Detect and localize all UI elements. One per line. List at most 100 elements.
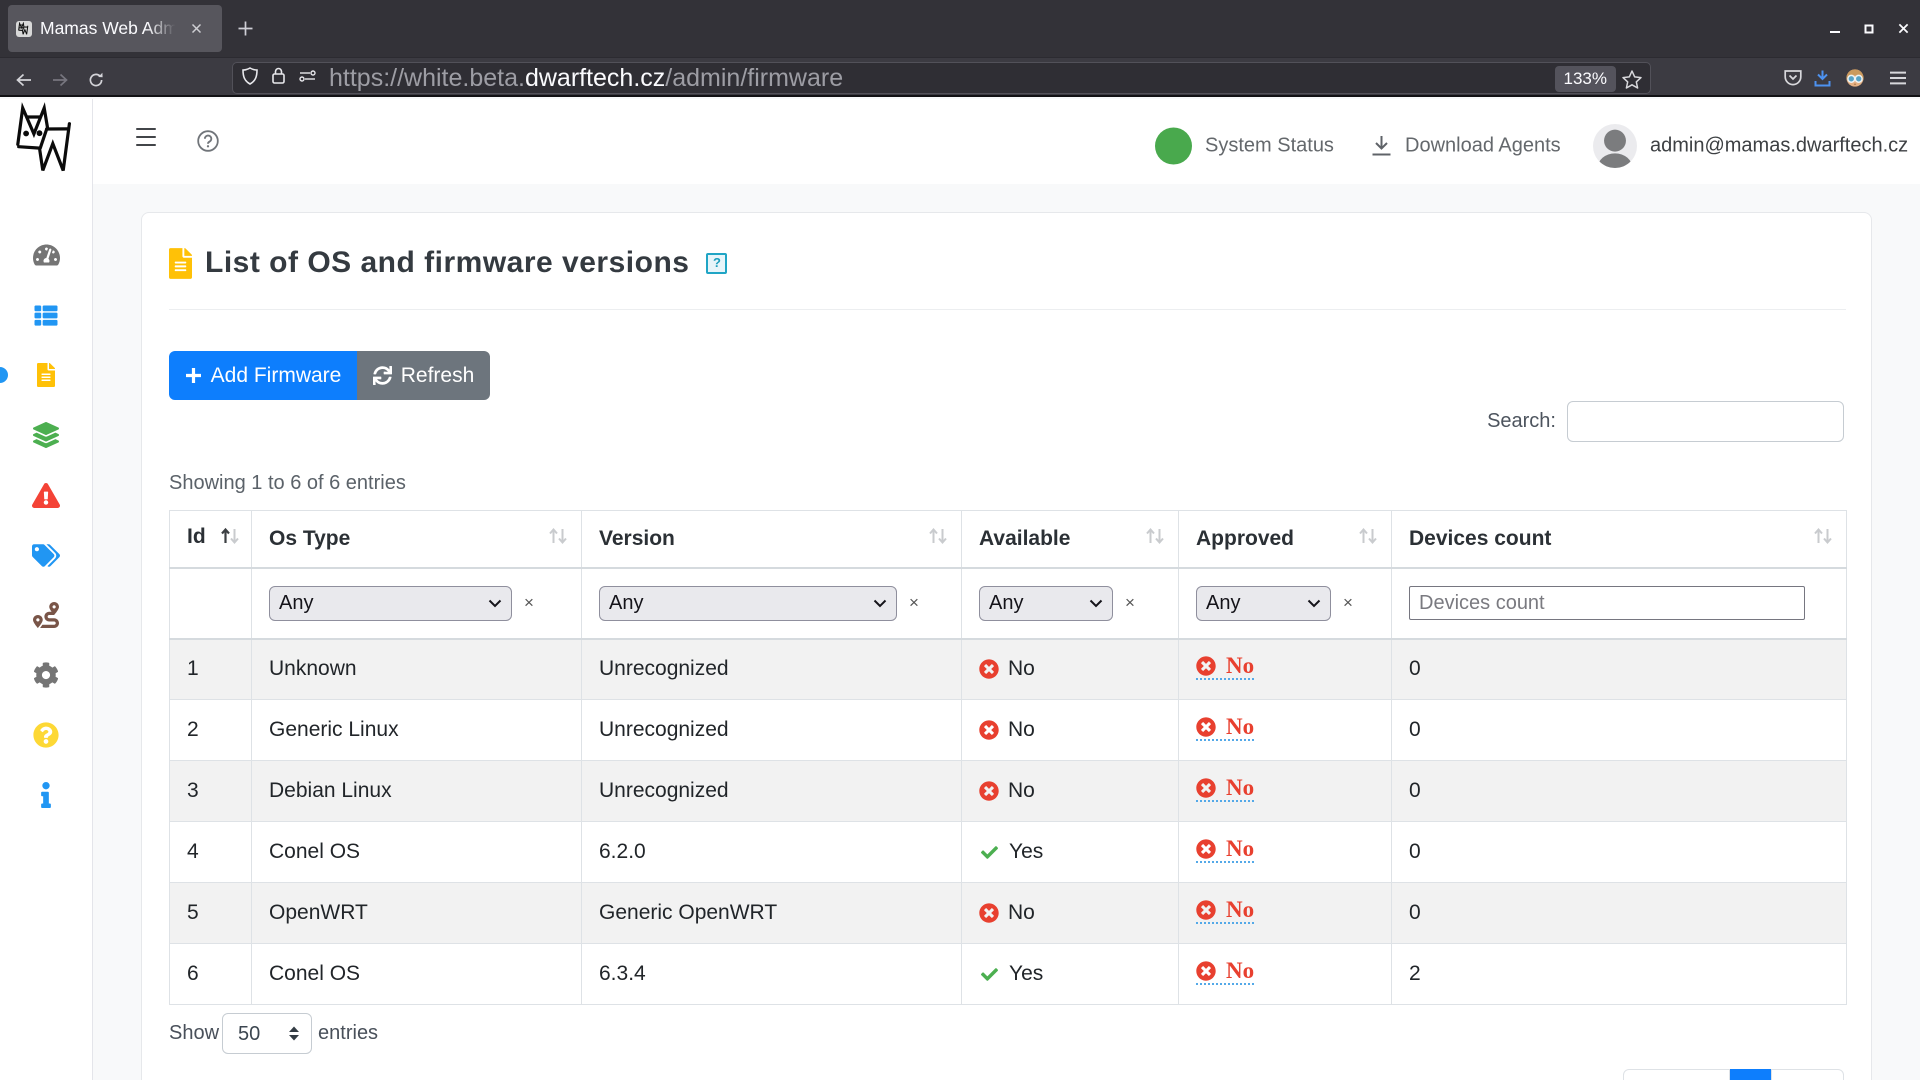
available-no: No (979, 901, 1178, 925)
approved-no-link[interactable]: No (1196, 837, 1255, 863)
download-agents-label[interactable]: Download Agents (1405, 134, 1561, 157)
title-help-icon[interactable]: ? (706, 252, 728, 274)
back-button[interactable] (7, 60, 41, 100)
toolbar-button-group: Add Firmware Refresh (169, 351, 490, 400)
available-no: No (979, 718, 1178, 742)
approved-no-link[interactable]: No (1196, 654, 1255, 681)
browser-nav-toolbar: https://white.beta.dwarftech.cz/admin/fi… (0, 57, 1920, 97)
sidebar-item-layers[interactable] (0, 415, 92, 455)
column-header-devices-count[interactable]: Devices count (1391, 510, 1847, 569)
tab-close-icon[interactable] (191, 23, 202, 34)
filter-devices-count[interactable] (1409, 586, 1805, 620)
cell-version: Generic OpenWRT (581, 882, 962, 944)
shield-icon[interactable] (242, 66, 258, 90)
column-header-os-type[interactable]: Os Type (251, 510, 582, 569)
filter-os-type[interactable]: Any (269, 585, 512, 621)
cell-id: 4 (169, 821, 252, 883)
column-header-id[interactable]: Id (169, 510, 252, 569)
approved-no-link[interactable]: No (1196, 776, 1255, 802)
title-divider (169, 309, 1846, 310)
clear-filter-icon[interactable]: × (1125, 593, 1135, 613)
sidebar-item-alerts[interactable] (0, 475, 92, 515)
cell-version: 6.3.4 (581, 943, 962, 1005)
clear-filter-icon[interactable]: × (1343, 593, 1353, 613)
filter-version[interactable]: Any (599, 585, 897, 621)
approved-no-link[interactable]: No (1196, 959, 1255, 985)
circle-xmark-icon (1196, 839, 1216, 859)
sidebar-item-route[interactable] (0, 595, 92, 635)
reload-button[interactable] (79, 60, 113, 100)
circle-xmark-icon (1196, 961, 1216, 981)
system-status-indicator[interactable] (1155, 127, 1192, 164)
sidebar-item-list[interactable] (0, 295, 92, 335)
page-length-select[interactable]: 50 (222, 1013, 313, 1054)
circle-xmark-icon (1196, 778, 1216, 798)
search-label: Search: (1487, 410, 1556, 432)
page-title: List of OS and firmware versions (205, 246, 690, 279)
pocket-icon[interactable] (1783, 58, 1803, 98)
cell-available: Yes (961, 943, 1179, 1005)
downloads-icon[interactable] (1813, 58, 1832, 98)
clear-filter-icon[interactable]: × (909, 593, 919, 613)
sidebar-item-help[interactable] (0, 715, 92, 755)
sidebar-item-info[interactable] (0, 775, 92, 815)
table-row: 3 Debian Linux Unrecognized No No 0 (169, 760, 1847, 822)
user-avatar[interactable] (1593, 123, 1637, 168)
cell-devices-count: 0 (1391, 882, 1847, 944)
cell-approved: No (1178, 882, 1392, 944)
permissions-icon[interactable] (299, 69, 316, 87)
url-bar[interactable]: https://white.beta.dwarftech.cz/admin/fi… (232, 62, 1651, 94)
refresh-icon (372, 366, 392, 385)
column-header-approved[interactable]: Approved (1178, 510, 1392, 569)
table-header-row: Id Os Type Version Available Approved De… (169, 510, 1847, 569)
pagination-page-1[interactable]: 1 (1730, 1069, 1772, 1080)
menu-icon[interactable] (1890, 58, 1906, 98)
bookmark-star-icon[interactable] (1618, 67, 1646, 91)
cell-available: Yes (961, 821, 1179, 883)
clear-filter-icon[interactable]: × (524, 593, 534, 613)
cell-os-type: OpenWRT (251, 882, 582, 944)
add-firmware-button[interactable]: Add Firmware (169, 351, 357, 400)
table-footer: Show 50 entries (169, 1013, 378, 1054)
new-tab-button[interactable]: + (238, 21, 253, 36)
approved-no-link[interactable]: No (1196, 715, 1255, 741)
user-email[interactable]: admin@mamas.dwarftech.cz (1650, 134, 1908, 157)
forward-button[interactable] (43, 60, 77, 100)
extension-avatar-icon[interactable] (1845, 58, 1865, 98)
cell-id: 3 (169, 760, 252, 822)
filter-approved[interactable]: Any (1196, 585, 1331, 621)
column-header-version[interactable]: Version (581, 510, 962, 569)
approved-no-link[interactable]: No (1196, 898, 1255, 924)
list-icon (34, 304, 58, 326)
window-restore-button[interactable] (1852, 12, 1886, 46)
cell-os-type: Debian Linux (251, 760, 582, 822)
cell-version: Unrecognized (581, 760, 962, 822)
pagination-previous[interactable]: Previous (1623, 1069, 1730, 1080)
pagination-next[interactable]: Next (1771, 1069, 1844, 1080)
circle-xmark-icon (979, 781, 999, 801)
sidebar-item-dashboard[interactable] (0, 235, 92, 275)
window-close-button[interactable] (1886, 12, 1920, 46)
window-minimize-button[interactable] (1818, 12, 1852, 46)
system-status-label[interactable]: System Status (1205, 134, 1334, 157)
url-text[interactable]: https://white.beta.dwarftech.cz/admin/fi… (329, 64, 843, 93)
info-icon (41, 782, 51, 808)
cell-version: Unrecognized (581, 638, 962, 700)
zoom-level-badge[interactable]: 133% (1554, 66, 1616, 92)
browser-tab[interactable]: Mamas Web Admin (8, 5, 222, 52)
sidebar-item-settings[interactable] (0, 655, 92, 695)
circle-xmark-icon (1196, 656, 1216, 676)
download-agents-icon[interactable] (1371, 135, 1392, 157)
sidebar-item-tags[interactable] (0, 535, 92, 575)
header-right-group: System Status Download Agents admin@mama… (0, 99, 1920, 186)
refresh-button[interactable]: Refresh (357, 351, 490, 400)
column-header-available[interactable]: Available (961, 510, 1179, 569)
search-input[interactable] (1567, 401, 1844, 442)
sidebar-item-firmware[interactable] (0, 355, 92, 395)
cell-available: No (961, 760, 1179, 822)
filter-available[interactable]: Any (979, 585, 1113, 621)
lock-icon[interactable] (272, 67, 285, 89)
cell-os-type: Conel OS (251, 821, 582, 883)
table-row: 6 Conel OS 6.3.4 Yes No 2 (169, 943, 1847, 1005)
browser-tab-bar: Mamas Web Admin + (0, 0, 1920, 57)
